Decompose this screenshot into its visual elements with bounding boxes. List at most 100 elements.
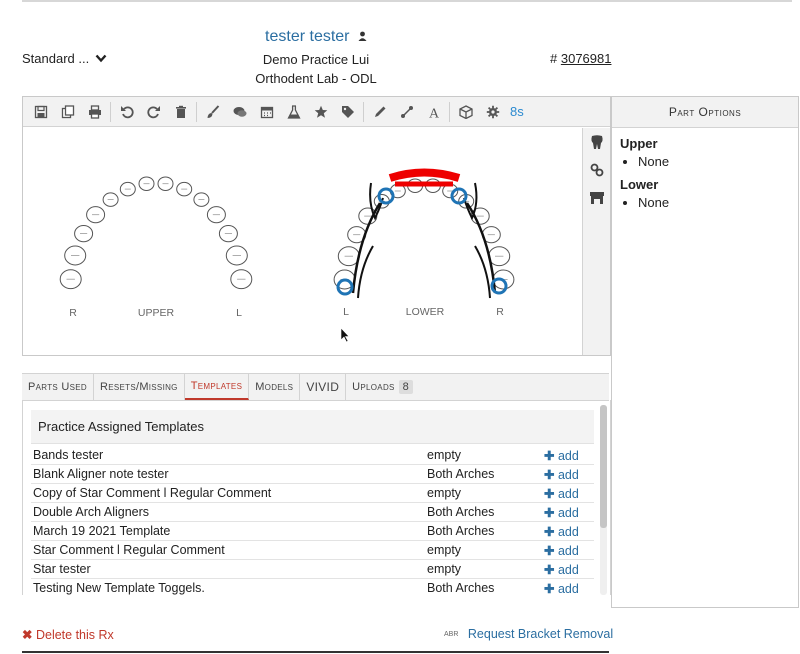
calendar-icon[interactable] [253, 97, 280, 127]
tab-resets-missing[interactable]: Resets/Missing [94, 374, 185, 400]
save-icon[interactable] [27, 97, 54, 127]
plus-icon: ✚ [544, 467, 555, 482]
template-select-value: Standard ... [22, 51, 90, 66]
template-name: Blank Aligner note tester [33, 467, 169, 481]
delete-rx-label: Delete this Rx [35, 628, 114, 642]
tooth-chart-canvas[interactable]: R UPPER L L LOWER R [23, 128, 582, 355]
uploads-count-badge: 8 [398, 380, 414, 394]
toolbar-separator [196, 101, 197, 122]
add-template-button[interactable]: ✚ add [544, 524, 579, 539]
templates-panel: Practice Assigned Templates Bands tester… [22, 400, 611, 595]
part-options-lower: Lower None [612, 177, 798, 210]
table-row: Star Comment l Regular Comment empty ✚ add [31, 541, 594, 560]
user-icon [358, 28, 367, 46]
close-icon: ✖ [22, 628, 33, 642]
template-arch: empty [427, 543, 462, 557]
tab-models[interactable]: Models [249, 374, 301, 400]
patient-name[interactable]: tester tester [0, 28, 632, 46]
text-icon[interactable]: A [420, 97, 447, 127]
scrollbar-thumb[interactable] [600, 405, 607, 528]
bridge-icon[interactable] [583, 184, 610, 212]
plus-icon: ✚ [544, 448, 555, 463]
toolbar-separator [449, 101, 450, 122]
tooth-icon[interactable] [583, 128, 610, 156]
template-arch: empty [427, 562, 462, 576]
template-arch: Both Arches [427, 581, 495, 595]
copy-icon[interactable] [54, 97, 81, 127]
template-name: March 19 2021 Template [33, 524, 171, 538]
connect-icon[interactable] [393, 97, 420, 127]
plus-icon: ✚ [544, 524, 555, 539]
add-template-button[interactable]: ✚ add [544, 543, 579, 558]
tooth-chart-editor: A 8s R UPPER L L LOWER R [22, 96, 611, 356]
comments-icon[interactable] [226, 97, 253, 127]
option-item[interactable]: None [638, 154, 798, 169]
svg-text:A: A [428, 106, 439, 119]
add-template-button[interactable]: ✚ add [544, 562, 579, 577]
timer-label: 8s [510, 104, 524, 119]
tab-parts-used[interactable]: Parts Used [22, 374, 94, 400]
templates-heading: Practice Assigned Templates [31, 410, 594, 444]
undo-icon[interactable] [113, 97, 140, 127]
plus-icon: ✚ [544, 562, 555, 577]
toolbar-separator [110, 101, 111, 122]
table-row: March 19 2021 Template Both Arches ✚ add [31, 522, 594, 541]
add-label: add [557, 486, 579, 501]
part-options-title: Part Options [612, 97, 798, 128]
templates-list: Bands tester empty ✚ add Blank Aligner note… [31, 446, 594, 595]
part-options-upper: Upper None [612, 136, 798, 169]
template-name: Copy of Star Comment l Regular Comment [33, 486, 272, 500]
template-select[interactable]: Standard ... [22, 51, 107, 66]
template-arch: Both Arches [427, 524, 495, 538]
gear-icon[interactable] [479, 97, 506, 127]
delete-rx-link[interactable]: ✖ Delete this Rx [22, 627, 114, 642]
template-name: Testing New Template Toggels. [33, 581, 205, 595]
pencil-icon[interactable] [366, 97, 393, 127]
option-item[interactable]: None [638, 195, 798, 210]
template-name: Double Arch Aligners [33, 505, 150, 519]
cube-icon[interactable] [452, 97, 479, 127]
tab-uploads-label: Uploads [352, 381, 395, 393]
request-bracket-removal-link[interactable]: ABR Request Bracket Removal [444, 627, 613, 641]
lower-left-label: L [343, 306, 349, 318]
rx-number-link[interactable]: 3076981 [561, 51, 612, 66]
table-row: Bands tester empty ✚ add [31, 446, 594, 465]
add-label: add [557, 505, 579, 520]
toolbar-separator [363, 101, 364, 122]
add-template-button[interactable]: ✚ add [544, 486, 579, 501]
add-label: add [557, 562, 579, 577]
add-label: add [557, 524, 579, 539]
templates-scrollbar[interactable] [600, 405, 607, 595]
add-template-button[interactable]: ✚ add [544, 581, 579, 596]
tab-uploads[interactable]: Uploads 8 [346, 374, 419, 400]
star-icon[interactable] [307, 97, 334, 127]
table-row: Star tester empty ✚ add [31, 560, 594, 579]
upper-right-label: L [236, 307, 242, 319]
chart-side-tools [582, 128, 610, 355]
upper-arch[interactable] [59, 176, 253, 290]
brush-icon[interactable] [199, 97, 226, 127]
table-row: Testing New Template Toggels. Both Arches… [31, 579, 594, 595]
tab-templates[interactable]: Templates [184, 374, 250, 400]
add-label: add [557, 448, 579, 463]
flask-icon[interactable] [280, 97, 307, 127]
plus-icon: ✚ [544, 543, 555, 558]
template-name: Bands tester [33, 448, 104, 462]
trash-icon[interactable] [167, 97, 194, 127]
bottom-divider [22, 651, 609, 653]
add-label: add [557, 581, 579, 596]
section-heading: Lower [620, 177, 659, 192]
add-template-button[interactable]: ✚ add [544, 448, 579, 463]
patient-name-text: tester tester [265, 28, 350, 46]
part-options-panel: Part Options Upper None Lower None [611, 96, 799, 608]
tag-icon[interactable] [334, 97, 361, 127]
print-icon[interactable] [81, 97, 108, 127]
redo-icon[interactable] [140, 97, 167, 127]
add-template-button[interactable]: ✚ add [544, 467, 579, 482]
link-icon[interactable] [583, 156, 610, 184]
section-heading: Upper [620, 136, 658, 151]
lower-arch-label: LOWER [406, 306, 445, 318]
tab-vivid[interactable]: VIVID [300, 374, 347, 400]
add-template-button[interactable]: ✚ add [544, 505, 579, 520]
template-arch: Both Arches [427, 467, 495, 481]
